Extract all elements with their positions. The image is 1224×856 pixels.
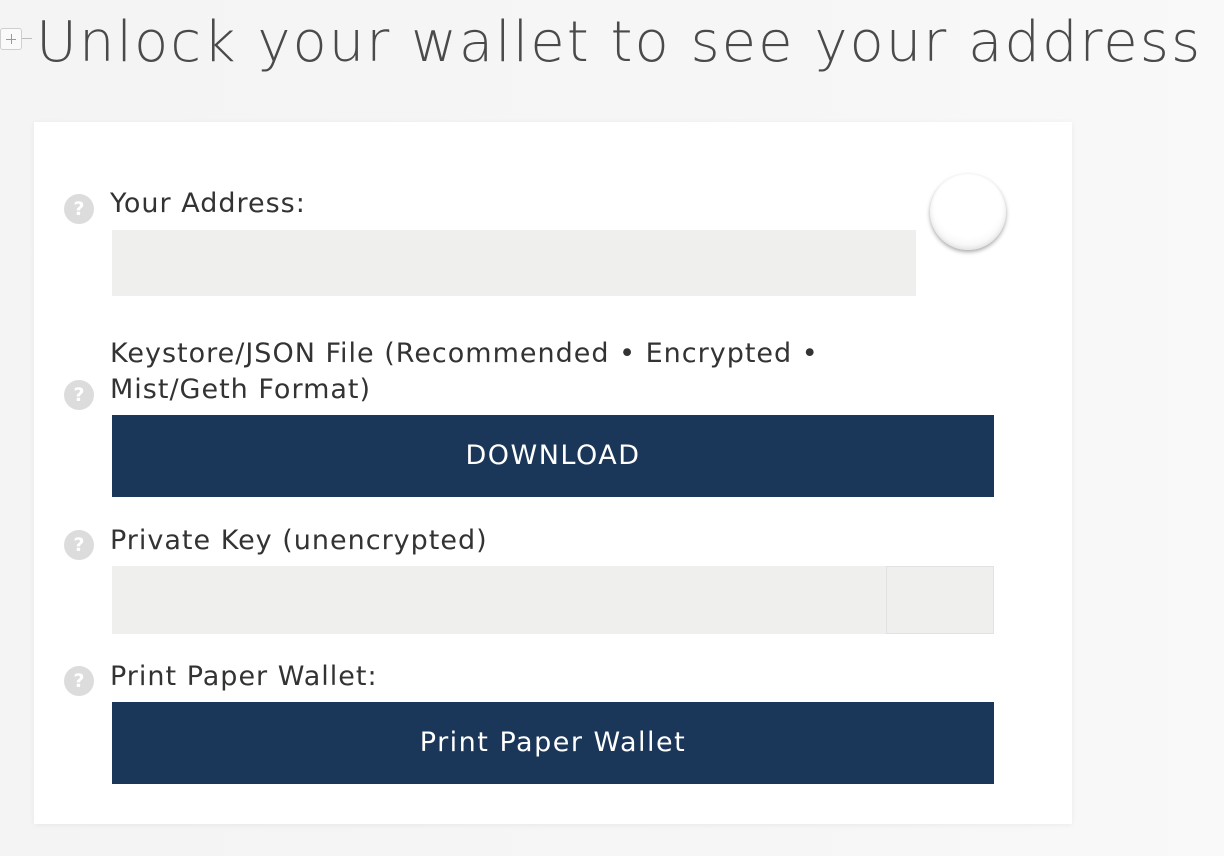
expand-connector [22, 38, 32, 39]
private-key-label: Private Key (unencrypted) [110, 525, 488, 556]
help-icon[interactable]: ? [64, 530, 94, 560]
keystore-label-line1: Keystore/JSON File (Recommended • Encryp… [110, 338, 819, 369]
address-identicon [930, 174, 1006, 250]
toggle-visibility-button[interactable] [886, 566, 994, 634]
download-keystore-button[interactable]: DOWNLOAD [112, 415, 994, 497]
print-paper-wallet-button[interactable]: Print Paper Wallet [112, 702, 994, 784]
paper-wallet-label: Print Paper Wallet: [110, 661, 378, 692]
address-field[interactable] [112, 230, 916, 296]
wallet-info-card: ? Your Address: Keystore/JSON File (Reco… [34, 122, 1072, 824]
address-label: Your Address: [110, 188, 306, 219]
help-icon[interactable]: ? [64, 194, 94, 224]
keystore-label-line2: Mist/Geth Format) [110, 374, 372, 405]
private-key-field[interactable] [112, 566, 886, 634]
page: Unlock your wallet to see your address ?… [0, 0, 1224, 856]
expand-icon[interactable] [0, 28, 22, 50]
help-icon[interactable]: ? [64, 380, 94, 410]
help-icon[interactable]: ? [64, 666, 94, 696]
page-title: Unlock your wallet to see your address [36, 10, 1203, 75]
